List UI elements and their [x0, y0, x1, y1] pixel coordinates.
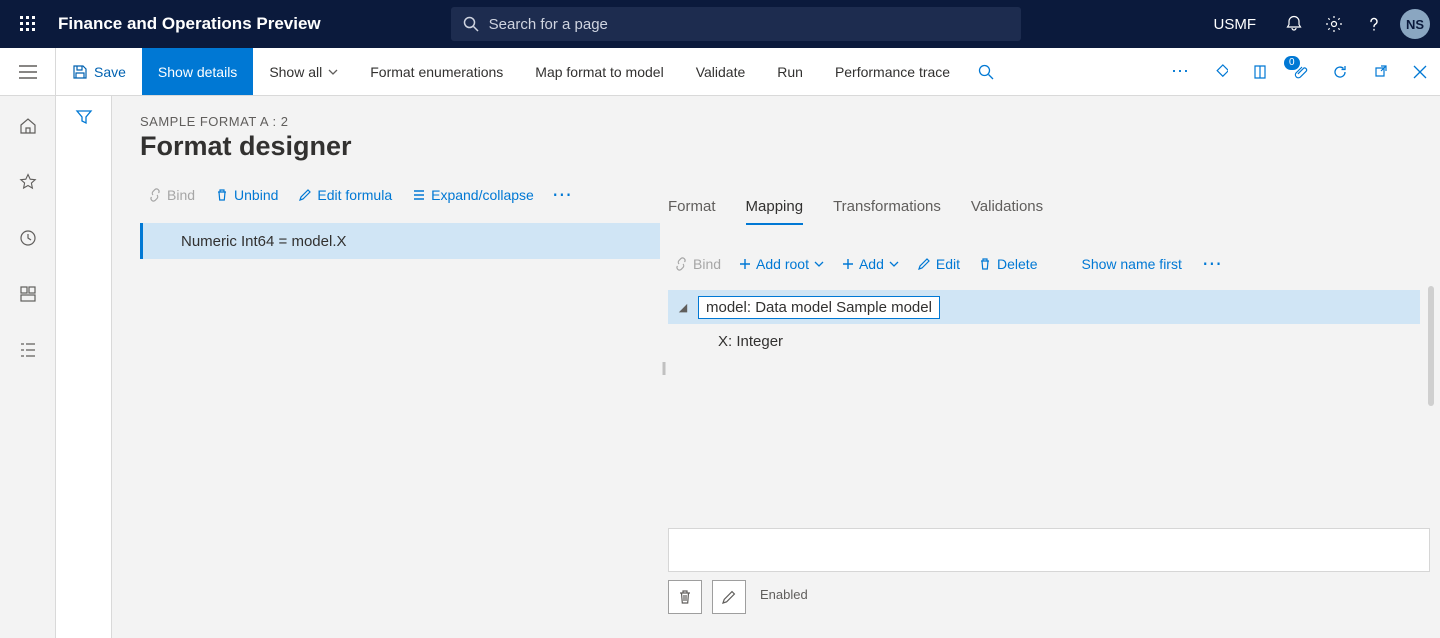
- company-label[interactable]: USMF: [1214, 16, 1257, 33]
- pencil-icon: [298, 188, 312, 202]
- map-bind-label: Bind: [693, 256, 721, 272]
- plus-icon: [842, 258, 854, 270]
- bell-icon[interactable]: [1274, 4, 1314, 44]
- save-button[interactable]: Save: [56, 48, 142, 95]
- pencil-icon: [721, 589, 737, 605]
- edit-button[interactable]: Edit: [911, 252, 966, 276]
- link-icon: [674, 257, 688, 271]
- tab-format[interactable]: Format: [668, 194, 716, 225]
- close-icon[interactable]: [1400, 52, 1440, 92]
- save-label: Save: [94, 64, 126, 80]
- delete-label: Delete: [997, 256, 1037, 272]
- help-icon[interactable]: [1354, 4, 1394, 44]
- show-all-label: Show all: [269, 64, 322, 80]
- trash-icon: [677, 589, 693, 605]
- search-input[interactable]: [489, 16, 1009, 33]
- tab-validations[interactable]: Validations: [971, 194, 1043, 225]
- expand-label: Expand/collapse: [431, 187, 534, 203]
- add-label: Add: [859, 256, 884, 272]
- page-title: Format designer: [140, 131, 658, 162]
- expand-collapse-button[interactable]: Expand/collapse: [404, 183, 542, 207]
- app-title: Finance and Operations Preview: [58, 14, 321, 34]
- run-button[interactable]: Run: [761, 48, 819, 95]
- performance-trace-button[interactable]: Performance trace: [819, 48, 966, 95]
- star-icon[interactable]: [10, 164, 46, 200]
- search-box[interactable]: [451, 7, 1021, 41]
- unbind-button[interactable]: Unbind: [207, 183, 286, 207]
- attach-badge: 0: [1284, 56, 1300, 70]
- link-icon: [148, 188, 162, 202]
- delete-square-button[interactable]: [668, 580, 702, 614]
- edit-formula-button[interactable]: Edit formula: [290, 183, 400, 207]
- edit-formula-label: Edit formula: [317, 187, 392, 203]
- edit-label: Edit: [936, 256, 960, 272]
- recent-icon[interactable]: [10, 220, 46, 256]
- mapping-tree-child[interactable]: X: Integer: [668, 324, 1420, 358]
- map-bind-button: Bind: [668, 252, 727, 276]
- save-icon: [72, 64, 88, 80]
- home-icon[interactable]: [10, 108, 46, 144]
- refresh-icon[interactable]: [1320, 52, 1360, 92]
- mapping-root-label: model: Data model Sample model: [698, 296, 940, 319]
- trash-icon: [215, 188, 229, 202]
- tree-overflow-icon[interactable]: ⋯: [546, 182, 579, 207]
- workspace-icon[interactable]: [10, 276, 46, 312]
- bind-button: Bind: [140, 183, 203, 207]
- add-root-label: Add root: [756, 256, 809, 272]
- chevron-down-icon: [328, 69, 338, 75]
- show-name-first-button[interactable]: Show name first: [1073, 252, 1189, 276]
- delete-button[interactable]: Delete: [972, 252, 1043, 276]
- add-root-button[interactable]: Add root: [733, 252, 830, 276]
- filter-icon[interactable]: [75, 108, 93, 638]
- unbind-label: Unbind: [234, 187, 278, 203]
- map-format-button[interactable]: Map format to model: [519, 48, 679, 95]
- add-button[interactable]: Add: [836, 252, 905, 276]
- collapse-icon[interactable]: ◢: [668, 301, 698, 314]
- tab-mapping[interactable]: Mapping: [746, 194, 804, 225]
- popout-icon[interactable]: [1360, 52, 1400, 92]
- list-icon: [412, 188, 426, 202]
- formula-textbox[interactable]: [668, 528, 1430, 572]
- pencil-icon: [917, 257, 931, 271]
- show-details-button[interactable]: Show details: [142, 48, 253, 95]
- breadcrumb: SAMPLE FORMAT A : 2: [140, 114, 658, 129]
- validate-button[interactable]: Validate: [680, 48, 762, 95]
- plus-icon: [739, 258, 751, 270]
- bind-label: Bind: [167, 187, 195, 203]
- mapping-tree-root[interactable]: ◢ model: Data model Sample model: [668, 290, 1420, 324]
- scrollbar[interactable]: [1428, 286, 1434, 406]
- attach-icon[interactable]: 0: [1280, 52, 1320, 92]
- enabled-label: Enabled: [760, 587, 808, 602]
- show-all-button[interactable]: Show all: [253, 48, 354, 95]
- waffle-icon[interactable]: [10, 6, 46, 42]
- book-icon[interactable]: [1240, 52, 1280, 92]
- map-overflow-icon[interactable]: ⋯: [1196, 251, 1229, 276]
- modules-icon[interactable]: [10, 332, 46, 368]
- format-enumerations-button[interactable]: Format enumerations: [354, 48, 519, 95]
- chevron-down-icon: [814, 261, 824, 267]
- chevron-down-icon: [889, 261, 899, 267]
- overflow-icon[interactable]: ⋯: [1160, 52, 1200, 92]
- tab-transformations[interactable]: Transformations: [833, 194, 941, 225]
- search-icon: [463, 16, 479, 32]
- format-tree-node[interactable]: Numeric Int64 = model.X: [140, 223, 660, 259]
- gear-icon[interactable]: [1314, 4, 1354, 44]
- trash-icon: [978, 257, 992, 271]
- edit-square-button[interactable]: [712, 580, 746, 614]
- diamond-icon[interactable]: [1200, 52, 1240, 92]
- hamburger-icon[interactable]: [0, 48, 56, 95]
- splitter[interactable]: [658, 96, 668, 638]
- toolbar-search-icon[interactable]: [966, 52, 1006, 92]
- avatar[interactable]: NS: [1400, 9, 1430, 39]
- mapping-child-label: X: Integer: [718, 333, 783, 350]
